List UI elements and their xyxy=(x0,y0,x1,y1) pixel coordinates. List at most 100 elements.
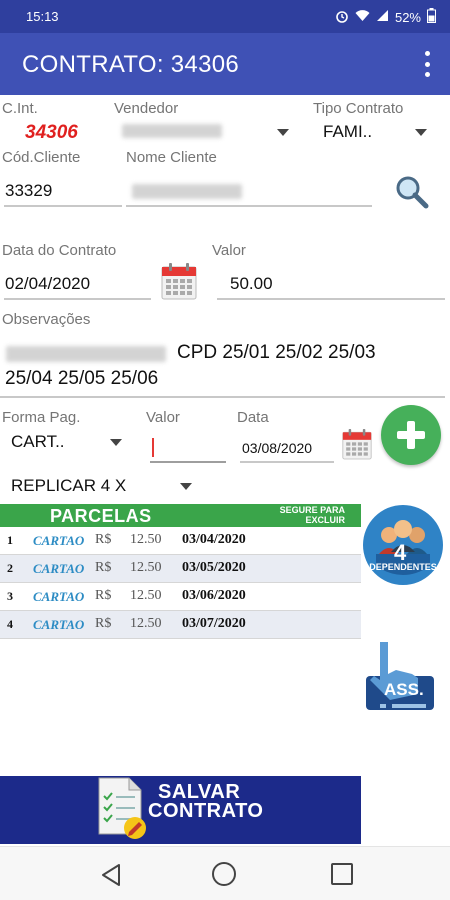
cint-value: 34306 xyxy=(25,122,78,143)
dependentes-button[interactable]: 4 DEPENDENTES xyxy=(362,504,444,586)
battery-percent: 52% xyxy=(394,9,421,25)
home-icon[interactable] xyxy=(212,862,236,886)
row-number: 2 xyxy=(7,561,13,575)
chevron-down-icon xyxy=(110,439,122,446)
cod-cliente-value: 33329 xyxy=(5,181,53,200)
search-icon[interactable] xyxy=(394,174,430,210)
observacoes-field[interactable]: CPD 25/01 25/02 25/03 25/04 25/05 25/06 xyxy=(0,340,445,400)
tipo-contrato-select[interactable]: FAMI.. xyxy=(318,118,433,146)
document-edit-icon xyxy=(95,774,151,840)
forma-pag-label: Forma Pag. xyxy=(2,409,81,426)
valor-label: Valor xyxy=(212,242,246,259)
vendedor-label: Vendedor xyxy=(114,100,179,117)
valor-parcela-input[interactable] xyxy=(150,434,226,464)
row-payment: CARTAO xyxy=(33,617,85,632)
cint-label: C.Int. xyxy=(2,100,38,117)
row-currency: R$ xyxy=(95,532,112,547)
row-payment: CARTAO xyxy=(33,589,85,604)
row-currency: R$ xyxy=(95,588,112,603)
row-number: 3 xyxy=(7,589,13,603)
vendedor-value-redacted xyxy=(122,124,222,138)
assinatura-button[interactable]: ASS. xyxy=(360,640,438,718)
calendar-icon[interactable] xyxy=(342,428,372,460)
valor-parcela-underline xyxy=(150,461,226,463)
forma-pag-select[interactable]: CART.. xyxy=(4,428,128,456)
valor-value: 50.00 xyxy=(230,274,273,293)
data-contrato-value: 02/04/2020 xyxy=(5,274,91,293)
status-bar: 15:13 52% xyxy=(0,0,450,33)
row-amount: 12.50 xyxy=(130,616,162,631)
data-parcela-value: 03/08/2020 xyxy=(242,440,313,456)
parcelas-hint-line1: SEGURE PARA xyxy=(279,505,345,515)
table-row[interactable]: 2 CARTAO R$ 12.50 03/05/2020 xyxy=(0,555,361,583)
row-payment: CARTAO xyxy=(33,533,85,548)
parcelas-hint-line2: EXCLUIR xyxy=(305,515,345,525)
battery-icon xyxy=(427,8,436,26)
data-parcela-label: Data xyxy=(237,409,269,426)
observacoes-text-line1: CPD 25/01 25/02 25/03 xyxy=(177,342,376,363)
row-date: 03/04/2020 xyxy=(182,532,246,547)
table-row[interactable]: 3 CARTAO R$ 12.50 03/06/2020 xyxy=(0,583,361,611)
cod-cliente-underline xyxy=(4,205,122,207)
row-currency: R$ xyxy=(95,560,112,575)
data-parcela-field[interactable]: 03/08/2020 xyxy=(240,434,334,464)
observacoes-label: Observações xyxy=(2,311,91,328)
tipo-contrato-value: FAMI.. xyxy=(323,122,373,141)
data-contrato-field[interactable]: 02/04/2020 xyxy=(4,264,151,302)
calendar-icon[interactable] xyxy=(161,262,197,300)
replicar-select[interactable]: REPLICAR 4 X xyxy=(4,472,199,500)
row-amount: 12.50 xyxy=(130,532,162,547)
parcelas-hint: SEGURE PARA EXCLUIR xyxy=(280,505,345,525)
table-row[interactable]: 4 CARTAO R$ 12.50 03/07/2020 xyxy=(0,611,361,639)
system-nav-bar xyxy=(0,846,450,900)
observacoes-underline xyxy=(0,396,445,398)
row-date: 03/07/2020 xyxy=(182,616,246,631)
cod-cliente-field[interactable]: 33329 xyxy=(4,172,122,210)
row-amount: 12.50 xyxy=(130,560,162,575)
back-icon[interactable] xyxy=(100,863,122,892)
text-cursor xyxy=(152,438,154,457)
observacoes-text-line2: 25/04 25/05 25/06 xyxy=(5,368,159,389)
chevron-down-icon xyxy=(277,129,289,136)
tipo-contrato-label: Tipo Contrato xyxy=(313,100,404,117)
replicar-value: REPLICAR 4 X xyxy=(11,476,127,495)
valor-parcela-label: Valor xyxy=(146,409,180,426)
alarm-icon xyxy=(335,9,349,26)
status-icons: 52% xyxy=(335,8,436,26)
row-divider xyxy=(0,638,361,639)
vendedor-select[interactable] xyxy=(114,118,294,146)
nome-cliente-value-redacted xyxy=(132,184,242,199)
nome-cliente-underline xyxy=(126,205,372,207)
signal-icon xyxy=(376,9,389,25)
row-number: 1 xyxy=(7,533,13,547)
nome-cliente-field[interactable] xyxy=(126,172,372,210)
page-title: CONTRATO: 34306 xyxy=(22,51,240,78)
row-date: 03/05/2020 xyxy=(182,560,246,575)
observacoes-redacted xyxy=(6,346,166,362)
data-contrato-underline xyxy=(4,298,151,300)
status-time: 15:13 xyxy=(26,9,59,24)
nome-cliente-label: Nome Cliente xyxy=(126,149,217,166)
row-date: 03/06/2020 xyxy=(182,588,246,603)
parcelas-header: PARCELAS SEGURE PARA EXCLUIR xyxy=(0,504,361,527)
wifi-icon xyxy=(355,9,370,25)
row-payment: CARTAO xyxy=(33,561,85,576)
dependentes-label: DEPENDENTES xyxy=(369,562,437,572)
recent-apps-icon[interactable] xyxy=(331,863,353,885)
chevron-down-icon xyxy=(415,129,427,136)
overflow-menu-icon[interactable] xyxy=(422,51,432,77)
app-bar: CONTRATO: 34306 xyxy=(0,33,450,95)
row-currency: R$ xyxy=(95,616,112,631)
data-parcela-underline xyxy=(240,461,334,463)
forma-pag-value: CART.. xyxy=(11,432,65,451)
table-row[interactable]: 1 CARTAO R$ 12.50 03/04/2020 xyxy=(0,527,361,555)
hand-pointer-icon xyxy=(366,642,434,710)
add-parcela-button[interactable] xyxy=(381,405,441,465)
row-number: 4 xyxy=(7,617,13,631)
cod-cliente-label: Cód.Cliente xyxy=(2,149,81,166)
row-amount: 12.50 xyxy=(130,588,162,603)
save-contract-button[interactable]: SALVAR CONTRATO xyxy=(0,776,361,844)
chevron-down-icon xyxy=(180,483,192,490)
valor-underline xyxy=(217,298,445,300)
valor-field[interactable]: 50.00 xyxy=(217,264,445,302)
